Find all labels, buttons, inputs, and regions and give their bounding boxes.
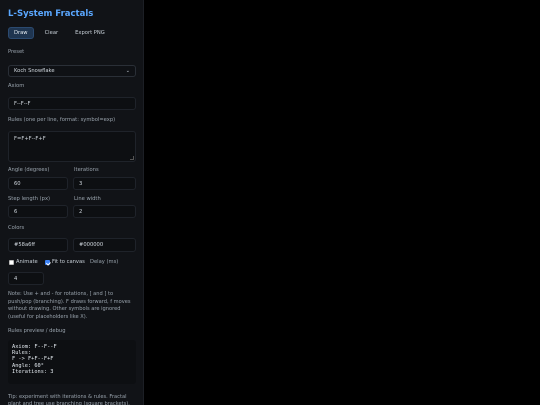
resize-handle-icon[interactable] <box>130 156 134 160</box>
debug-label: Rules preview / debug <box>8 328 66 334</box>
animate-label: Animate <box>16 259 38 265</box>
rules-textarea[interactable]: F=F+F--F+F <box>8 131 136 162</box>
preset-select[interactable]: Koch Snowflake ⌄ <box>8 65 136 77</box>
colors-label: Colors <box>8 225 25 231</box>
angle-label: Angle (degrees) <box>8 167 50 173</box>
control-panel: L-System Fractals Draw Clear Export PNG … <box>0 0 144 405</box>
fractal-canvas[interactable] <box>145 0 540 405</box>
delay-label: Delay (ms) <box>90 259 119 265</box>
background-color-value: #000000 <box>79 242 104 248</box>
axiom-label: Axiom <box>8 83 25 89</box>
fit-to-canvas-checkbox[interactable]: Fit to canvas <box>45 259 85 265</box>
chevron-down-icon: ⌄ <box>125 68 130 74</box>
stroke-color-input[interactable]: #58a6ff <box>8 238 68 252</box>
usage-note: Note: Use + and - for rotations, [ and ]… <box>8 291 131 320</box>
preset-value: Koch Snowflake <box>14 68 55 74</box>
step-length-label: Step length (px) <box>8 196 51 202</box>
toolbar: Draw Clear Export PNG <box>8 27 111 39</box>
step-length-value: 6 <box>14 208 18 215</box>
preset-label: Preset <box>8 49 25 55</box>
fit-to-canvas-label: Fit to canvas <box>52 259 85 265</box>
draw-button[interactable]: Draw <box>8 27 34 39</box>
stroke-color-value: #58a6ff <box>14 242 36 248</box>
checkbox-unchecked-icon <box>9 259 14 265</box>
app-title: L-System Fractals <box>8 9 94 19</box>
angle-value: 60 <box>14 180 21 187</box>
export-png-button[interactable]: Export PNG <box>69 27 111 39</box>
tip-text: Tip: experiment with iterations & rules.… <box>8 394 130 405</box>
iterations-value: 3 <box>79 180 83 187</box>
axiom-input[interactable]: F--F--F <box>8 97 136 110</box>
line-width-input[interactable]: 2 <box>73 205 136 218</box>
rules-value: F=F+F--F+F <box>14 136 46 142</box>
iterations-input[interactable]: 3 <box>73 177 136 190</box>
line-width-value: 2 <box>79 208 83 215</box>
delay-value: 4 <box>14 275 18 282</box>
axiom-value: F--F--F <box>14 100 31 107</box>
checkbox-checked-icon <box>45 259 50 265</box>
rules-label: Rules (one per line, format: symbol=exp) <box>8 117 116 123</box>
animate-checkbox[interactable]: Animate <box>9 259 38 265</box>
delay-input[interactable]: 4 <box>8 272 44 285</box>
step-length-input[interactable]: 6 <box>8 205 68 218</box>
rules-preview: Axiom: F--F--F Rules: F -> F+F--F+F Angl… <box>8 340 136 384</box>
background-color-input[interactable]: #000000 <box>73 238 136 252</box>
iterations-label: Iterations <box>74 167 99 173</box>
clear-button[interactable]: Clear <box>39 27 65 39</box>
angle-input[interactable]: 60 <box>8 177 68 190</box>
line-width-label: Line width <box>74 196 101 202</box>
